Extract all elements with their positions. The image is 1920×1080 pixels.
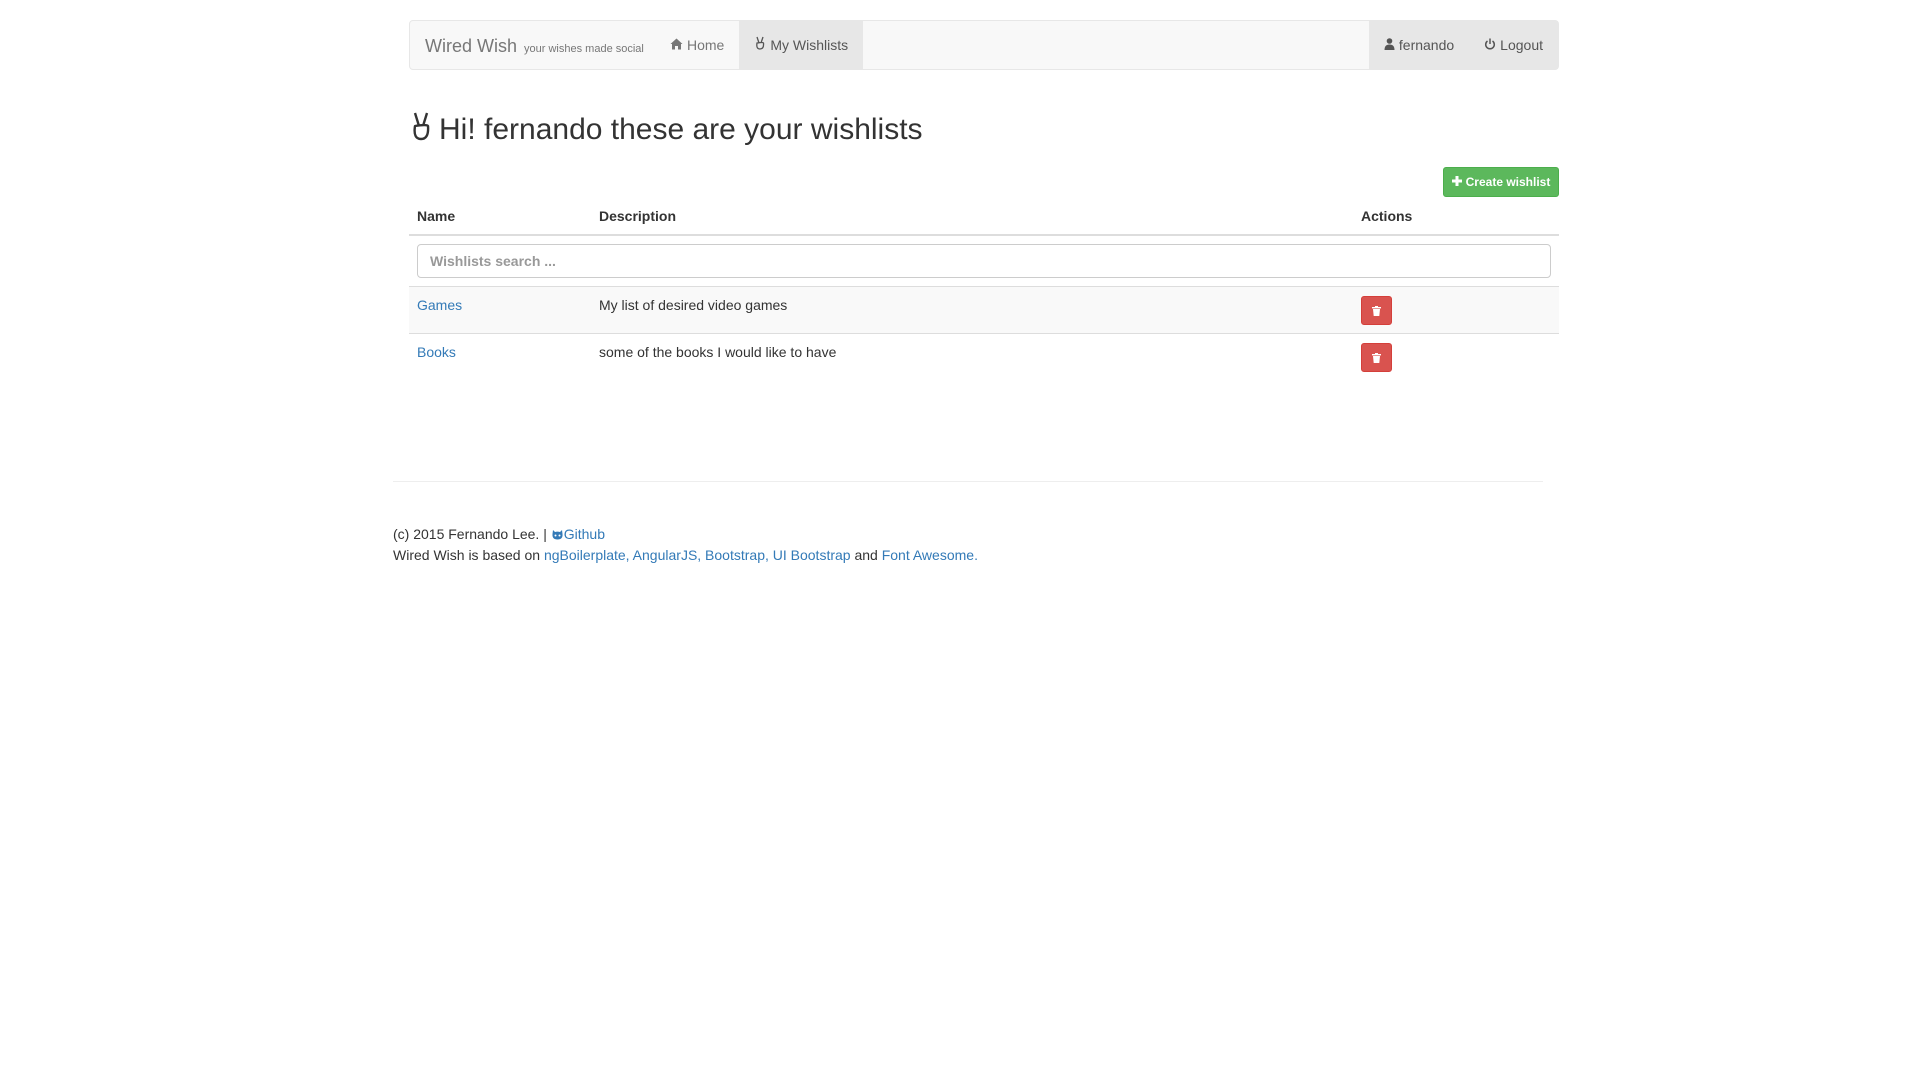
- nav-user[interactable]: fernando: [1369, 21, 1469, 69]
- power-icon: [1484, 21, 1496, 69]
- tech-links[interactable]: ngBoilerplate, AngularJS, Bootstrap, UI …: [544, 547, 851, 563]
- wishlist-description: My list of desired video games: [599, 297, 788, 313]
- nav-logout[interactable]: Logout: [1469, 21, 1558, 69]
- delete-wishlist-button[interactable]: [1361, 343, 1392, 372]
- nav-logout-label: Logout: [1500, 37, 1543, 53]
- table-row: Books some of the books I would like to …: [409, 334, 1559, 380]
- page-title-text: Hi! fernando these are your wishlists: [439, 113, 923, 146]
- nav-my-wishlists-label: My Wishlists: [770, 37, 849, 53]
- brand[interactable]: Wired Wish your wishes made social: [425, 21, 644, 71]
- nav-home-label: Home: [687, 37, 725, 53]
- table-row: Games My list of desired video games: [409, 287, 1559, 334]
- column-header-actions: Actions: [1361, 208, 1413, 224]
- page-title: Hi! fernando these are your wishlists: [409, 108, 923, 152]
- delete-wishlist-button[interactable]: [1361, 296, 1392, 325]
- navbar: Wired Wish your wishes made social Home …: [409, 20, 1559, 70]
- peace-hand-icon: [409, 111, 433, 149]
- nav-user-label: fernando: [1398, 37, 1455, 53]
- github-label: Github: [563, 526, 605, 542]
- home-icon: [670, 21, 683, 69]
- nav-my-wishlists[interactable]: My Wishlists: [739, 21, 864, 69]
- nav-home[interactable]: Home: [655, 21, 739, 69]
- wishlist-description: some of the books I would like to have: [599, 344, 837, 360]
- wishlist-name-link[interactable]: Books: [417, 344, 456, 360]
- search-row: [409, 236, 1559, 287]
- table-header: Name Description Actions: [409, 200, 1559, 236]
- peace-hand-icon: [754, 21, 766, 69]
- nav-left: Home My Wishlists: [655, 21, 864, 69]
- font-awesome-link[interactable]: Font Awesome.: [882, 547, 978, 563]
- footer-copyright: (c) 2015 Fernando Lee. |: [393, 526, 547, 542]
- wishlists-table: Name Description Actions Games My list o…: [409, 200, 1559, 380]
- create-wishlist-button[interactable]: Create wishlist: [1443, 167, 1559, 197]
- user-icon: [1384, 21, 1395, 69]
- github-icon: [551, 525, 564, 545]
- create-wishlist-label: Create wishlist: [1465, 175, 1551, 189]
- brand-name[interactable]: Wired Wish: [425, 36, 517, 56]
- footer-line-2: Wired Wish is based on ngBoilerplate, An…: [393, 545, 978, 565]
- footer-line-1: (c) 2015 Fernando Lee. | Github: [393, 524, 978, 545]
- footer: (c) 2015 Fernando Lee. | Github Wired Wi…: [393, 524, 978, 565]
- wishlist-name-link[interactable]: Games: [417, 297, 462, 313]
- nav-right: fernando Logout: [1368, 21, 1558, 69]
- column-header-description: Description: [599, 208, 677, 224]
- footer-based-on-text: Wired Wish is based on: [393, 547, 541, 564]
- footer-and-text: and: [854, 547, 878, 564]
- trash-icon: [1372, 303, 1381, 319]
- brand-tagline: your wishes made social: [524, 43, 644, 55]
- footer-divider: [393, 481, 1543, 482]
- column-header-name: Name: [417, 208, 456, 224]
- trash-icon: [1372, 350, 1381, 366]
- plus-icon: [1451, 175, 1462, 189]
- wishlists-search-input[interactable]: [417, 244, 1551, 278]
- github-link[interactable]: Github: [551, 526, 605, 542]
